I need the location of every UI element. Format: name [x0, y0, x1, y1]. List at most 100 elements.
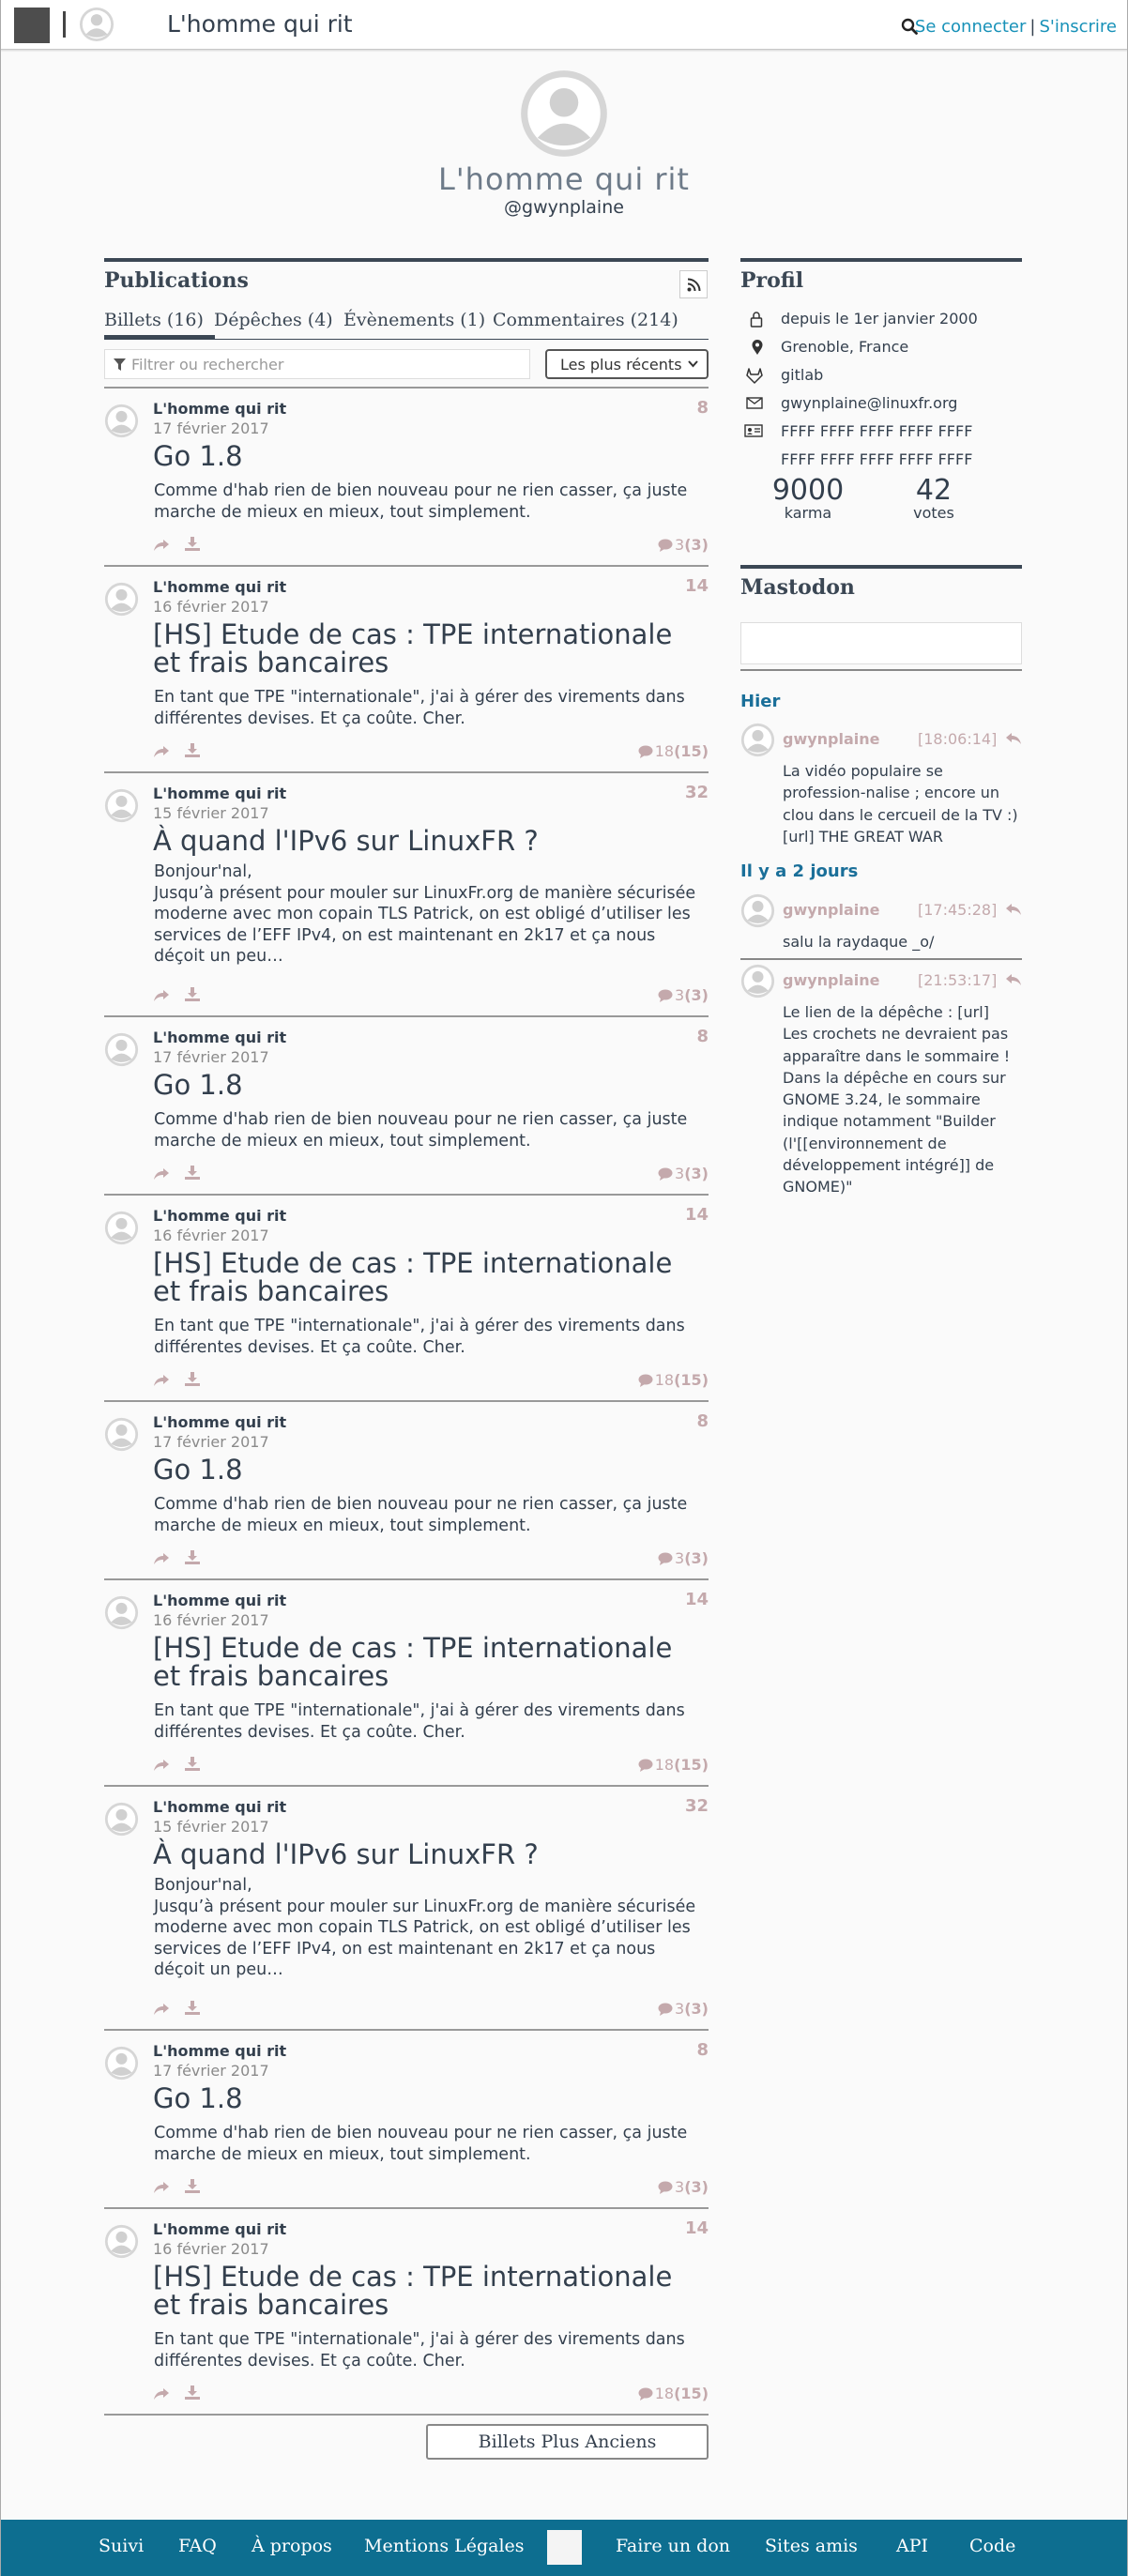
article-score: 8	[696, 1411, 709, 1431]
article-author[interactable]: L'homme qui rit	[153, 785, 286, 802]
older-posts-button[interactable]: Billets Plus Anciens	[426, 2424, 709, 2460]
comment-count[interactable]: 18(15)	[638, 742, 709, 760]
download-icon[interactable]	[185, 987, 200, 1005]
article-item: L'homme qui rit 17 février 2017 8 Go 1.8 Com…	[104, 2031, 709, 2209]
comment-total: 3	[675, 986, 685, 1004]
comment-count[interactable]: 3(3)	[658, 986, 709, 1004]
email[interactable]: gwynplaine@linuxfr.org	[781, 394, 957, 412]
comment-count[interactable]: 3(3)	[658, 536, 709, 554]
comment-count[interactable]: 3(3)	[658, 1165, 709, 1182]
share-icon[interactable]	[153, 2180, 170, 2198]
toot-time: [21:53:17]	[918, 971, 998, 989]
download-icon[interactable]	[185, 2001, 200, 2019]
share-icon[interactable]	[153, 1166, 170, 1184]
toot-avatar-icon	[740, 893, 775, 928]
download-icon[interactable]	[185, 2179, 200, 2197]
download-icon[interactable]	[185, 1757, 200, 1775]
toot-user[interactable]: gwynplaine	[783, 730, 880, 748]
article-score: 8	[696, 398, 709, 418]
map-pin-icon	[752, 340, 763, 355]
article-title[interactable]: Go 1.8	[153, 442, 697, 470]
article-author[interactable]: L'homme qui rit	[153, 2042, 286, 2060]
toot-user[interactable]: gwynplaine	[783, 901, 880, 919]
share-icon[interactable]	[153, 1758, 170, 1776]
article-author[interactable]: L'homme qui rit	[153, 2220, 286, 2238]
top-bar: L'homme qui rit Se connecter | S'inscrire	[0, 0, 1128, 50]
share-icon[interactable]	[153, 1373, 170, 1391]
article-title[interactable]: [HS] Etude de cas : TPE internationale e…	[153, 1249, 697, 1305]
footer-link-code[interactable]: Code	[969, 2536, 1015, 2556]
mastodon-embed	[740, 622, 1022, 664]
share-icon[interactable]	[153, 1551, 170, 1569]
filter-box[interactable]	[104, 349, 530, 379]
author-avatar-icon	[104, 1595, 139, 1630]
reply-icon[interactable]	[1005, 903, 1022, 916]
signup-link[interactable]: S'inscrire	[1039, 17, 1117, 37]
site-logo[interactable]	[14, 8, 50, 43]
article-title[interactable]: Go 1.8	[153, 1071, 697, 1099]
comment-count[interactable]: 18(15)	[638, 2385, 709, 2402]
article-author[interactable]: L'homme qui rit	[153, 1798, 286, 1816]
article-title[interactable]: [HS] Etude de cas : TPE internationale e…	[153, 620, 697, 677]
article-item: L'homme qui rit 15 février 2017 32 À quand …	[104, 773, 709, 1017]
comment-count[interactable]: 3(3)	[658, 1549, 709, 1567]
header-divider	[63, 11, 66, 38]
download-icon[interactable]	[185, 537, 200, 555]
share-icon[interactable]	[153, 2386, 170, 2404]
gitlab-link[interactable]: gitlab	[781, 366, 823, 384]
tab-evenements[interactable]: Évènements (1)	[343, 310, 485, 330]
download-icon[interactable]	[185, 743, 200, 761]
comment-count[interactable]: 3(3)	[658, 2000, 709, 2018]
tab-depeches[interactable]: Dépêches (4)	[214, 310, 333, 330]
footer-link-don[interactable]: Faire un don	[616, 2536, 730, 2556]
publications-title: Publications	[104, 268, 249, 293]
sort-select[interactable]: Les plus récents	[545, 349, 709, 379]
article-author[interactable]: L'homme qui rit	[153, 1029, 286, 1046]
share-icon[interactable]	[153, 2002, 170, 2020]
share-icon[interactable]	[153, 988, 170, 1006]
comment-total: 3	[675, 2000, 685, 2018]
article-item: L'homme qui rit 17 février 2017 8 Go 1.8 Com…	[104, 1017, 709, 1196]
rss-button[interactable]	[679, 270, 708, 298]
footer-link-a-propos[interactable]: À propos	[252, 2536, 332, 2556]
footer-link-api[interactable]: API	[896, 2536, 928, 2556]
article-author[interactable]: L'homme qui rit	[153, 1592, 286, 1609]
article-title[interactable]: À quand l'IPv6 sur LinuxFR ?	[153, 1840, 697, 1868]
footer-link-mentions[interactable]: Mentions Légales	[364, 2536, 525, 2556]
article-item: L'homme qui rit 16 février 2017 14 [HS] Etu…	[104, 2209, 709, 2416]
article-author[interactable]: L'homme qui rit	[153, 1413, 286, 1431]
download-icon[interactable]	[185, 1372, 200, 1390]
article-author[interactable]: L'homme qui rit	[153, 578, 286, 596]
article-title[interactable]: Go 1.8	[153, 2084, 697, 2112]
comment-count[interactable]: 18(15)	[638, 1371, 709, 1389]
footer-link-suivi[interactable]: Suivi	[99, 2536, 144, 2556]
article-title[interactable]: [HS] Etude de cas : TPE internationale e…	[153, 1634, 697, 1690]
filter-input[interactable]	[131, 354, 516, 374]
comment-icon	[658, 539, 673, 552]
download-icon[interactable]	[185, 1166, 200, 1183]
reply-icon[interactable]	[1005, 732, 1022, 745]
envelope-icon	[746, 397, 763, 409]
comment-icon	[638, 2387, 653, 2401]
article-score: 14	[684, 1590, 709, 1609]
footer-link-sites-amis[interactable]: Sites amis	[765, 2536, 858, 2556]
article-title[interactable]: Go 1.8	[153, 1456, 697, 1484]
toot-user[interactable]: gwynplaine	[783, 971, 880, 989]
comment-count[interactable]: 3(3)	[658, 2178, 709, 2196]
article-author[interactable]: L'homme qui rit	[153, 400, 286, 418]
comment-count[interactable]: 18(15)	[638, 1756, 709, 1774]
login-link[interactable]: Se connecter	[915, 17, 1026, 37]
article-author[interactable]: L'homme qui rit	[153, 1207, 286, 1225]
download-icon[interactable]	[185, 2385, 200, 2403]
tab-commentaires[interactable]: Commentaires (214)	[493, 310, 678, 330]
footer-link-faq[interactable]: FAQ	[178, 2536, 217, 2556]
share-icon[interactable]	[153, 744, 170, 762]
article-title[interactable]: À quand l'IPv6 sur LinuxFR ?	[153, 827, 697, 855]
comment-new: (3)	[684, 1165, 709, 1182]
footer-logo[interactable]	[547, 2530, 582, 2565]
share-icon[interactable]	[153, 538, 170, 556]
download-icon[interactable]	[185, 1550, 200, 1568]
article-title[interactable]: [HS] Etude de cas : TPE internationale e…	[153, 2263, 697, 2319]
reply-icon[interactable]	[1005, 973, 1022, 986]
tab-billets[interactable]: Billets (16)	[104, 310, 204, 330]
